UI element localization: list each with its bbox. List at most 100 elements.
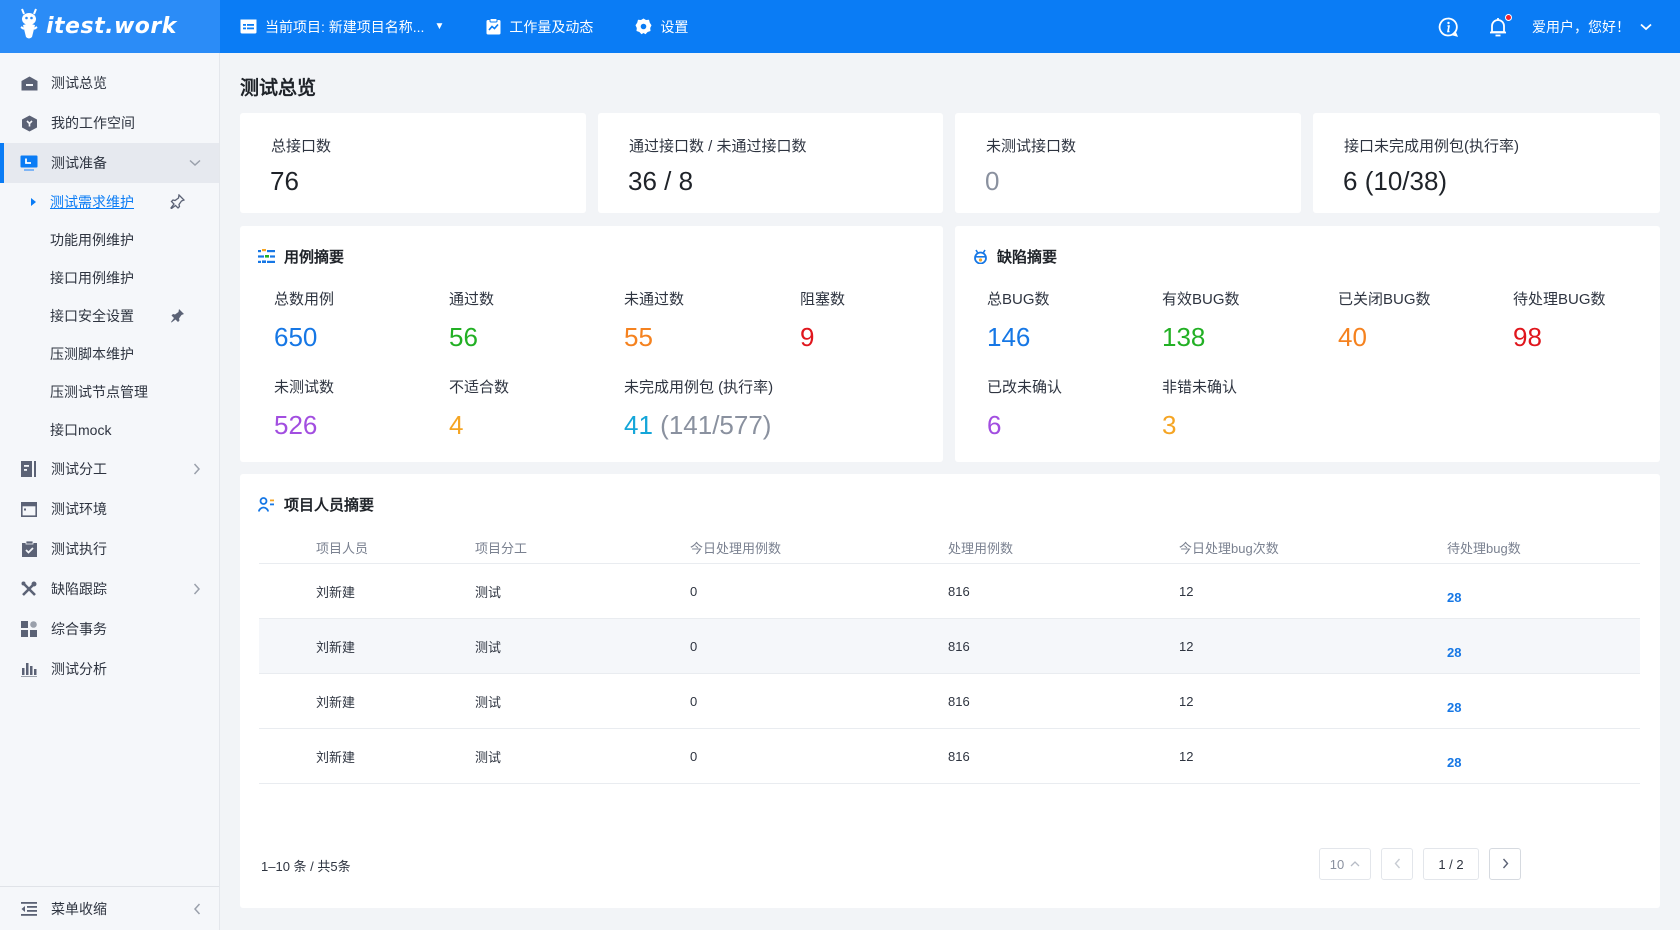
sidebar-item-workspace[interactable]: 我的工作空间	[0, 103, 219, 143]
people-summary-header: 项目人员摘要	[258, 494, 374, 515]
metric-label: 总数用例	[274, 291, 335, 308]
table-row[interactable]: 刘新建 测试 0 816 12 28	[259, 564, 1640, 619]
cell-role: 测试	[475, 694, 502, 710]
sidebar-subitem-label: 测试需求维护	[50, 194, 134, 210]
column-header-handled-cases: 处理用例数	[948, 540, 1014, 556]
cell-pending-bugs-link[interactable]: 28	[1447, 674, 1640, 728]
gear-icon	[635, 18, 652, 35]
chevron-down-icon	[189, 159, 201, 167]
metric-pending-bugs: 待处理BUG数 98	[1513, 288, 1606, 353]
pin-outline-icon[interactable]	[170, 194, 185, 209]
sidebar-subitem-requirements[interactable]: 测试需求维护	[0, 183, 219, 221]
pagination-info: 1–10 条 / 共5条	[261, 859, 351, 874]
metric-value: 3	[1162, 410, 1177, 440]
page-size-select[interactable]: 10	[1319, 848, 1371, 880]
project-selector-label: 当前项目: 新建项目名称...	[265, 18, 425, 35]
cell-today-cases: 0	[690, 583, 698, 599]
sidebar-subitem-interface-cases[interactable]: 接口用例维护	[0, 259, 219, 297]
nav-settings[interactable]: 设置	[635, 0, 688, 53]
table-header: 项目人员 项目分工 今日处理用例数 处理用例数 今日处理bug次数 待处理bug…	[259, 531, 1640, 564]
bug-mascot-icon	[18, 7, 46, 46]
notification-bell-icon[interactable]	[1488, 13, 1512, 37]
metric-label: 通过数	[449, 291, 495, 308]
stat-card-total-interfaces: 总接口数 76	[240, 113, 586, 213]
metric-value: 55	[624, 322, 653, 352]
help-info-icon[interactable]	[1438, 17, 1458, 37]
people-table: 项目人员 项目分工 今日处理用例数 处理用例数 今日处理bug次数 待处理bug…	[259, 531, 1640, 784]
current-page-indicator[interactable]: 1 / 2	[1423, 848, 1479, 880]
topbar-right: 爱用户，您好！	[1438, 0, 1680, 53]
bug-icon	[973, 249, 988, 264]
cell-pending-bugs-link[interactable]: 28	[1447, 619, 1640, 673]
metric-label: 待处理BUG数	[1513, 291, 1606, 308]
cell-handled-cases: 816	[948, 748, 970, 764]
column-header-member: 项目人员	[316, 540, 369, 556]
cell-today-bugs: 12	[1179, 693, 1194, 709]
metric-value: 146	[987, 322, 1031, 352]
sidebar-collapse-button[interactable]: 菜单收缩	[0, 886, 219, 930]
pin-filled-icon[interactable]	[170, 308, 185, 323]
table-row[interactable]: 刘新建 测试 0 816 12 28	[259, 619, 1640, 674]
chevron-down-icon[interactable]	[1640, 23, 1652, 31]
next-page-button[interactable]	[1489, 848, 1521, 880]
sidebar-item-execution[interactable]: 测试执行	[0, 529, 219, 569]
table-row[interactable]: 刘新建 测试 0 816 12 28	[259, 674, 1640, 729]
prev-page-button[interactable]	[1381, 848, 1413, 880]
sidebar-item-affairs[interactable]: 综合事务	[0, 609, 219, 649]
cell-role: 测试	[475, 749, 502, 765]
cell-handled-cases: 816	[948, 693, 970, 709]
stat-value: 76	[270, 166, 299, 196]
metric-label: 未完成用例包 (执行率)	[624, 379, 774, 396]
sidebar-item-division[interactable]: 测试分工	[0, 449, 219, 489]
table-row[interactable]: 刘新建 测试 0 816 12 28	[259, 729, 1640, 784]
page-size-value: 10	[1329, 856, 1345, 872]
sidebar-subitem-label: 压测脚本维护	[50, 346, 134, 362]
cell-handled-cases: 816	[948, 583, 970, 599]
metric-label: 已改未确认	[987, 379, 1063, 396]
project-selector[interactable]: 当前项目: 新建项目名称... ▼	[240, 0, 444, 53]
metric-label: 未测试数	[274, 379, 335, 396]
sidebar-item-label: 测试分析	[51, 661, 107, 677]
sidebar-subitem-label: 接口安全设置	[50, 308, 134, 324]
sidebar-item-defects[interactable]: 缺陷跟踪	[0, 569, 219, 609]
stat-label: 通过接口数 / 未通过接口数	[629, 138, 807, 155]
sidebar-item-overview[interactable]: 测试总览	[0, 63, 219, 103]
cell-today-cases: 0	[690, 638, 698, 654]
sidebar-subitem-interface-security[interactable]: 接口安全设置	[0, 297, 219, 335]
nav-settings-label: 设置	[660, 18, 689, 35]
sidebar-item-label: 测试总览	[51, 75, 107, 91]
nav-workload-label: 工作量及动态	[509, 18, 594, 35]
logo[interactable]: itest.work	[0, 0, 220, 53]
stat-label: 未测试接口数	[986, 138, 1077, 155]
division-icon	[20, 460, 38, 478]
column-header-pending-bugs: 待处理bug数	[1447, 540, 1521, 556]
metric-value-detail: (141/577)	[660, 410, 772, 440]
sidebar-subitem-label: 功能用例维护	[50, 232, 134, 248]
sidebar-item-label: 测试环境	[51, 501, 107, 517]
metric-label: 不适合数	[449, 379, 510, 396]
sidebar-subitem-functional-cases[interactable]: 功能用例维护	[0, 221, 219, 259]
people-summary-title: 项目人员摘要	[284, 497, 375, 514]
sidebar-item-label: 缺陷跟踪	[51, 581, 107, 597]
nav-workload[interactable]: 工作量及动态	[486, 0, 593, 53]
page-title: 测试总览	[240, 78, 317, 99]
sidebar-item-test-prep[interactable]: 测试准备	[0, 143, 219, 183]
sliders-icon	[258, 249, 275, 264]
sidebar-item-analysis[interactable]: 测试分析	[0, 649, 219, 689]
metric-value-group: 41 (141/577)	[624, 410, 773, 441]
sidebar-item-environment[interactable]: 测试环境	[0, 489, 219, 529]
user-menu[interactable]: 爱用户，您好！	[1532, 17, 1630, 37]
sidebar-subitem-interface-mock[interactable]: 接口mock	[0, 411, 219, 449]
notification-badge	[1505, 13, 1512, 21]
cell-pending-bugs-link[interactable]: 28	[1447, 564, 1640, 618]
stat-card-untested-interfaces: 未测试接口数 0	[955, 113, 1301, 213]
stat-value: 36 / 8	[628, 166, 694, 196]
metric-passed-cases: 通过数 56	[449, 288, 494, 353]
sidebar-subitem-load-scripts[interactable]: 压测脚本维护	[0, 335, 219, 373]
cell-pending-bugs-link[interactable]: 28	[1447, 729, 1640, 783]
stat-card-pass-fail-interfaces: 通过接口数 / 未通过接口数 36 / 8	[598, 113, 943, 213]
sidebar: 测试总览 我的工作空间 测试准备 测试需求维护 功能用例维护 接口用例维护 接口…	[0, 53, 220, 930]
home-icon	[20, 74, 38, 92]
sidebar-subitem-load-nodes[interactable]: 压测试节点管理	[0, 373, 219, 411]
people-summary-card: 项目人员摘要 项目人员 项目分工 今日处理用例数 处理用例数 今日处理bug次数…	[240, 474, 1660, 908]
